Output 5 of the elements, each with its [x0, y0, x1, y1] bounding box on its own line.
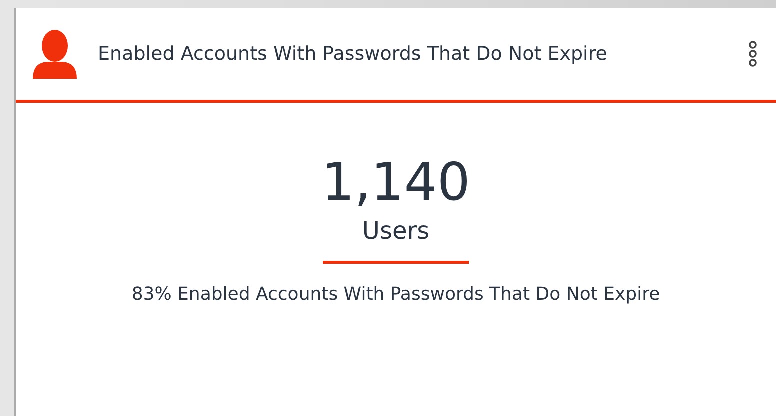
card-title: Enabled Accounts With Passwords That Do Not Expire: [98, 43, 608, 65]
user-icon: [30, 29, 80, 79]
metric-description: 83% Enabled Accounts With Passwords That Do Not Expire: [132, 284, 660, 305]
metric-unit: Users: [362, 216, 430, 247]
metric-value: 1,140: [322, 153, 470, 213]
